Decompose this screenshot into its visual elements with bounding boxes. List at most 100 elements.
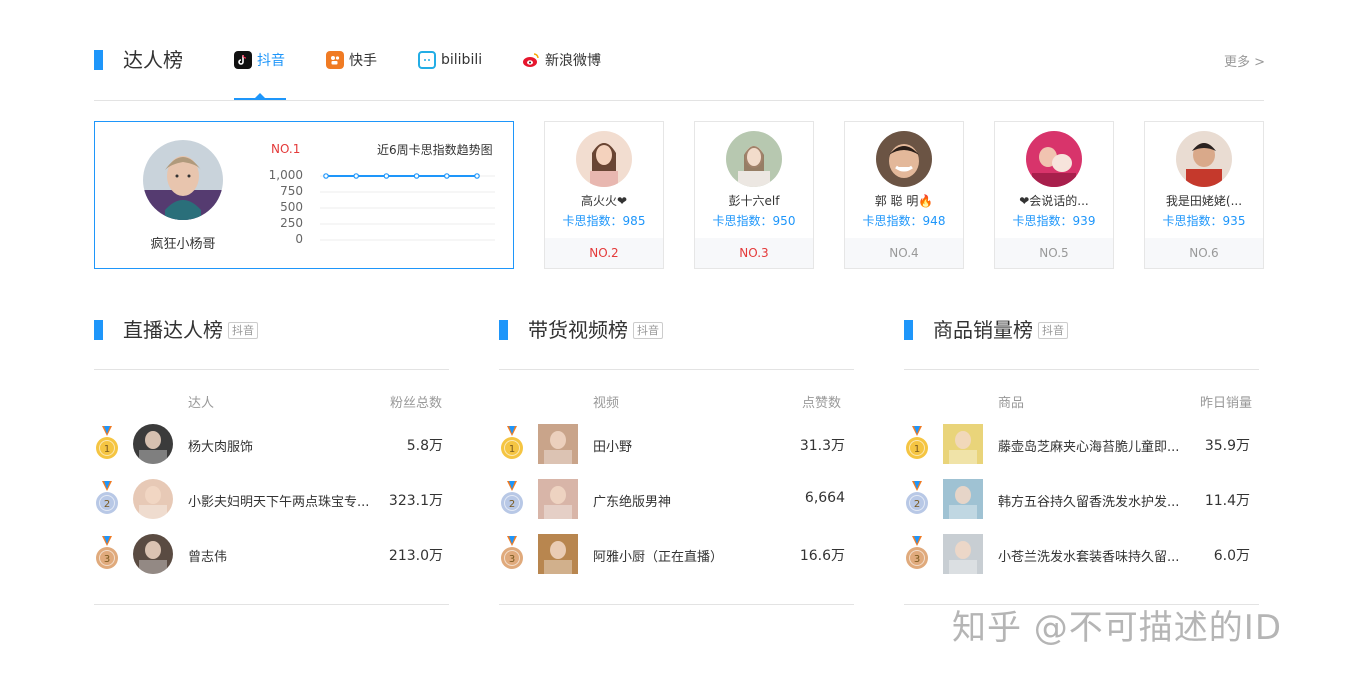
divider — [904, 369, 1259, 370]
svg-text:2: 2 — [509, 499, 515, 510]
tab-label: 新浪微博 — [545, 53, 601, 69]
svg-text:3: 3 — [509, 554, 515, 565]
svg-text:2: 2 — [104, 499, 110, 510]
section-title-text: 商品销量榜 — [933, 318, 1033, 342]
row-value: 16.6万 — [799, 548, 845, 564]
y-tick-label: 250 — [280, 216, 303, 230]
y-tick-label: 0 — [295, 232, 303, 246]
weibo-icon — [522, 51, 540, 69]
column-header: 商品 — [998, 396, 1025, 411]
y-tick-label: 750 — [280, 184, 303, 198]
data-point[interactable] — [383, 173, 390, 179]
creator-name: ❤会说话的... — [1019, 194, 1089, 208]
tab-douyin[interactable]: 抖音 — [234, 48, 285, 72]
column-header: 达人 — [188, 396, 215, 411]
avatar — [576, 131, 632, 187]
kuaishou-icon — [326, 51, 344, 69]
section-marker — [499, 320, 508, 340]
product-thumbnail[interactable] — [943, 479, 983, 519]
divider — [499, 369, 854, 370]
divider — [94, 100, 1264, 101]
video-thumbnail[interactable] — [538, 534, 578, 574]
creator-name: 我是田姥姥(... — [1165, 194, 1243, 208]
svg-text:3: 3 — [104, 554, 110, 565]
svg-text:3: 3 — [914, 554, 920, 565]
platform-tag: 抖音 — [633, 322, 663, 339]
rank-number: NO.3 — [695, 238, 813, 268]
creator-card[interactable]: 我是田姥姥(... 卡思指数：935 NO.6 — [1144, 121, 1264, 269]
column-header: 昨日销量 — [1200, 396, 1253, 411]
avatar[interactable] — [133, 534, 173, 574]
platform-tag: 抖音 — [1038, 322, 1068, 339]
creator-name: 郭 聪 明🔥 — [874, 194, 934, 208]
row-name[interactable]: 杨大肉服饰 — [188, 436, 388, 455]
row-value: 6.0万 — [1213, 548, 1250, 564]
section-title-goods: 商品销量榜 抖音 — [933, 318, 1068, 342]
section-title-video: 带货视频榜 抖音 — [528, 318, 663, 342]
creator-card[interactable]: 高火火❤ 卡思指数：985 NO.2 — [544, 121, 664, 269]
row-value: 11.4万 — [1204, 493, 1250, 509]
medal-icon: 3 — [94, 536, 120, 572]
rank-number: NO.2 — [545, 238, 663, 268]
rank-number: NO.5 — [995, 238, 1113, 268]
creator-name: 高火火❤ — [580, 194, 628, 208]
avatar — [1176, 131, 1232, 187]
section-marker — [904, 320, 913, 340]
creator-card[interactable]: ❤会说话的... 卡思指数：939 NO.5 — [994, 121, 1114, 269]
video-thumbnail[interactable] — [538, 479, 578, 519]
avatar — [143, 140, 223, 220]
product-thumbnail[interactable] — [943, 534, 983, 574]
tab-weibo[interactable]: 新浪微博 — [522, 48, 601, 72]
row-value: 35.9万 — [1204, 438, 1250, 454]
creator-index: 卡思指数：985 — [562, 214, 646, 228]
avatar — [1026, 131, 1082, 187]
row-name[interactable]: 小苍兰洗发水套装香味持久留... — [998, 546, 1198, 565]
data-point[interactable] — [323, 173, 329, 179]
svg-text:1: 1 — [914, 444, 920, 455]
data-point[interactable] — [474, 173, 480, 179]
tab-kuaishou[interactable]: 快手 — [326, 48, 377, 72]
row-name[interactable]: 曾志伟 — [188, 546, 388, 565]
page-title: 达人榜 — [123, 48, 183, 72]
row-name[interactable]: 阿雅小厨（正在直播） — [593, 546, 793, 565]
video-thumbnail[interactable] — [538, 424, 578, 464]
row-value: 323.1万 — [388, 493, 443, 509]
y-tick-label: 500 — [280, 200, 303, 214]
column-header: 视频 — [593, 396, 620, 411]
row-name[interactable]: 广东绝版男神 — [593, 491, 793, 510]
medal-icon: 3 — [904, 536, 930, 572]
data-point[interactable] — [353, 173, 360, 179]
tab-bilibili[interactable]: bilibili — [418, 48, 482, 72]
avatar — [876, 131, 932, 187]
svg-text:2: 2 — [914, 499, 920, 510]
avatar — [726, 131, 782, 187]
row-name[interactable]: 小影夫妇明天下午两点珠宝专... — [188, 491, 388, 510]
medal-icon: 1 — [499, 426, 525, 462]
creator-card[interactable]: 郭 聪 明🔥 卡思指数：948 NO.4 — [844, 121, 964, 269]
section-marker — [94, 50, 103, 70]
row-name[interactable]: 韩方五谷持久留香洗发水护发... — [998, 491, 1198, 510]
creator-card[interactable]: 彭十六elf 卡思指数：950 NO.3 — [694, 121, 814, 269]
column-header: 粉丝总数 — [390, 396, 443, 411]
data-point[interactable] — [444, 173, 450, 179]
product-thumbnail[interactable] — [943, 424, 983, 464]
avatar[interactable] — [133, 479, 173, 519]
row-value: 5.8万 — [406, 438, 443, 454]
tab-label: 快手 — [349, 53, 377, 69]
medal-icon: 1 — [904, 426, 930, 462]
y-tick-label: 1,000 — [268, 168, 303, 182]
bilibili-icon — [418, 51, 436, 69]
row-name[interactable]: 藤壶岛芝麻夹心海苔脆儿童即... — [998, 436, 1198, 455]
avatar[interactable] — [133, 424, 173, 464]
trend-chart-title: 近6周卡思指数趋势图 — [377, 143, 493, 157]
row-name[interactable]: 田小野 — [593, 436, 793, 455]
top-creator-card[interactable]: 疯狂小杨哥 NO.1 近6周卡思指数趋势图 1,000 750 500 250 … — [94, 121, 514, 269]
more-link[interactable]: 更多 > — [1224, 51, 1265, 70]
trend-chart — [320, 173, 495, 241]
data-point[interactable] — [413, 173, 420, 179]
row-value: 31.3万 — [799, 438, 845, 454]
active-tab-caret — [255, 93, 265, 98]
medal-icon: 2 — [499, 481, 525, 517]
creator-index: 卡思指数：948 — [862, 214, 946, 228]
divider — [94, 369, 449, 370]
